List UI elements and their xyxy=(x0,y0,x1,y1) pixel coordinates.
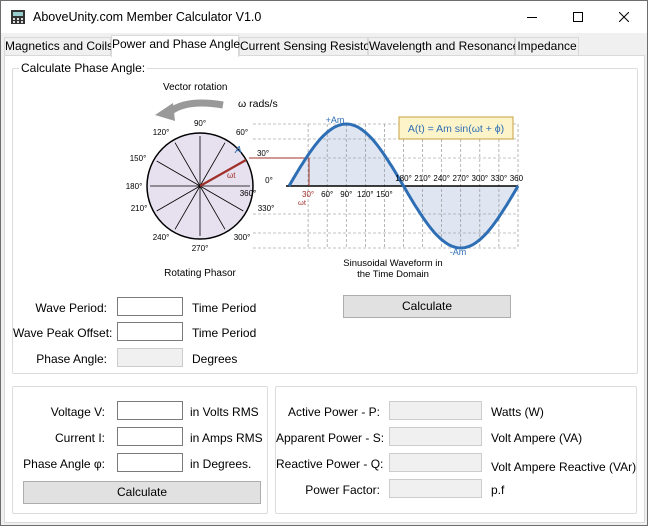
wave-period-unit: Time Period xyxy=(192,301,257,315)
wave-period-input[interactable] xyxy=(117,297,183,316)
apparent-power-output xyxy=(389,427,482,446)
current-label: Current I: xyxy=(54,431,105,445)
tab-page-power-and-phase-angle: Calculate Phase Angle: Vector rotation ω… xyxy=(4,55,645,523)
angle-240: 240° xyxy=(153,233,170,242)
power-phase-angle-input[interactable] xyxy=(117,453,183,472)
app-window: AboveUnity.com Member Calculator V1.0 Ma… xyxy=(0,0,648,526)
tab-wavelength-and-resonance[interactable]: Wavelength and Resonance xyxy=(368,37,519,56)
angle-300: 300° xyxy=(234,233,251,242)
peak-offset-input[interactable] xyxy=(117,322,183,341)
angle-150: 150° xyxy=(130,154,147,163)
voltage-input[interactable] xyxy=(117,401,183,420)
rotating-phasor-caption: Rotating Phasor xyxy=(164,268,236,279)
apparent-power-label: Apparent Power - S: xyxy=(276,431,385,445)
phase-angle-group: Calculate Phase Angle: Vector rotation ω… xyxy=(12,61,638,374)
rotation-arrow-icon xyxy=(168,99,224,114)
tab-magnetics-and-coils[interactable]: Magnetics and Coils xyxy=(4,37,113,56)
phase-angle-output xyxy=(117,348,183,367)
angle-90: 90° xyxy=(194,119,206,128)
angle-60: 60° xyxy=(236,128,248,137)
tab-current-sensing-resistor[interactable]: Current Sensing Resistor xyxy=(239,37,374,56)
minimize-icon xyxy=(527,17,537,18)
angle-360: 360° xyxy=(240,189,257,198)
power-phase-angle-unit: in Degrees. xyxy=(190,457,252,471)
angle-120: 120° xyxy=(153,128,170,137)
phasor-a-label: A xyxy=(234,145,242,156)
window-title: AboveUnity.com Member Calculator V1.0 xyxy=(33,10,262,24)
waveform-wt-label: ωt xyxy=(298,198,307,207)
maximize-icon xyxy=(573,12,583,22)
maximize-button[interactable] xyxy=(555,1,601,33)
voltage-unit: in Volts RMS xyxy=(190,405,259,419)
waveform-caption-2: the Time Domain xyxy=(357,269,429,280)
time-tick-label: 150° xyxy=(376,190,393,199)
angle-30: 30° xyxy=(257,149,269,158)
active-power-label: Active Power - P: xyxy=(287,405,380,419)
time-tick-label: 300° xyxy=(472,174,489,183)
angle-180: 180° xyxy=(126,182,143,191)
voltage-label: Voltage V: xyxy=(50,405,105,419)
time-tick-label: 270° xyxy=(452,174,469,183)
tab-power-and-phase-angle[interactable]: Power and Phase Angle xyxy=(111,35,240,57)
time-tick-label: 90° xyxy=(340,190,352,199)
angle-330: 330° xyxy=(258,204,275,213)
phase-angle-label: Phase Angle: xyxy=(36,352,107,366)
minus-am-label: -Am xyxy=(450,247,467,257)
current-input[interactable] xyxy=(117,427,183,446)
power-factor-unit: p.f xyxy=(491,483,505,497)
phase-angle-group-label: Calculate Phase Angle: xyxy=(19,61,148,75)
peak-offset-unit: Time Period xyxy=(192,326,257,340)
current-unit: in Amps RMS xyxy=(190,431,263,445)
time-tick-label: 330° xyxy=(491,174,508,183)
vector-rotation-label: Vector rotation xyxy=(163,82,227,93)
power-factor-output xyxy=(389,479,482,498)
time-tick-label: 210° xyxy=(414,174,431,183)
power-factor-label: Power Factor: xyxy=(305,483,380,497)
calculate-power-button[interactable]: Calculate xyxy=(23,481,261,504)
formula-text: A(t) = Am sin(ωt + ϕ) xyxy=(408,123,504,135)
time-tick-label: 60° xyxy=(321,190,333,199)
power-input-group: Voltage V: in Volts RMS Current I: in Am… xyxy=(12,386,268,514)
angle-270: 270° xyxy=(192,244,209,253)
peak-offset-label: Wave Peak Offset: xyxy=(13,326,113,340)
phase-diagram: Vector rotation ω rads/s A ωt 90° 60° 30… xyxy=(126,82,523,280)
angle-0: 0° xyxy=(265,176,273,185)
waveform-caption-1: Sinusoidal Waveform in xyxy=(343,258,442,269)
reactive-power-label: Reactive Power - Q: xyxy=(276,457,384,471)
power-output-group: Active Power - P: Watts (W) Apparent Pow… xyxy=(275,386,637,514)
active-power-output xyxy=(389,401,482,420)
close-icon xyxy=(619,12,629,22)
time-tick-label: 120° xyxy=(357,190,374,199)
reactive-power-output xyxy=(389,453,482,472)
phasor-wt-label: ωt xyxy=(227,171,236,180)
power-phase-angle-label: Phase Angle φ: xyxy=(23,457,105,471)
wave-period-label: Wave Period: xyxy=(35,301,107,315)
angle-210: 210° xyxy=(131,204,148,213)
app-icon xyxy=(11,10,25,24)
reactive-power-unit: Volt Ampere Reactive (VAr) xyxy=(491,460,637,474)
phase-angle-unit: Degrees xyxy=(192,352,238,366)
minimize-button[interactable] xyxy=(509,1,555,33)
rotation-arrowhead-icon xyxy=(155,103,175,121)
apparent-power-unit: Volt Ampere (VA) xyxy=(491,431,583,445)
calculate-phase-button[interactable]: Calculate xyxy=(343,295,511,318)
time-tick-label: 240° xyxy=(433,174,450,183)
time-tick-label: 180° xyxy=(395,174,412,183)
tab-impedance[interactable]: Impedance xyxy=(515,37,579,56)
title-bar: AboveUnity.com Member Calculator V1.0 xyxy=(1,1,647,33)
active-power-unit: Watts (W) xyxy=(491,405,544,419)
omega-label: ω rads/s xyxy=(238,98,278,110)
close-button[interactable] xyxy=(601,1,647,33)
plus-am-label: +Am xyxy=(326,115,345,125)
time-tick-label: 360° xyxy=(510,174,523,183)
